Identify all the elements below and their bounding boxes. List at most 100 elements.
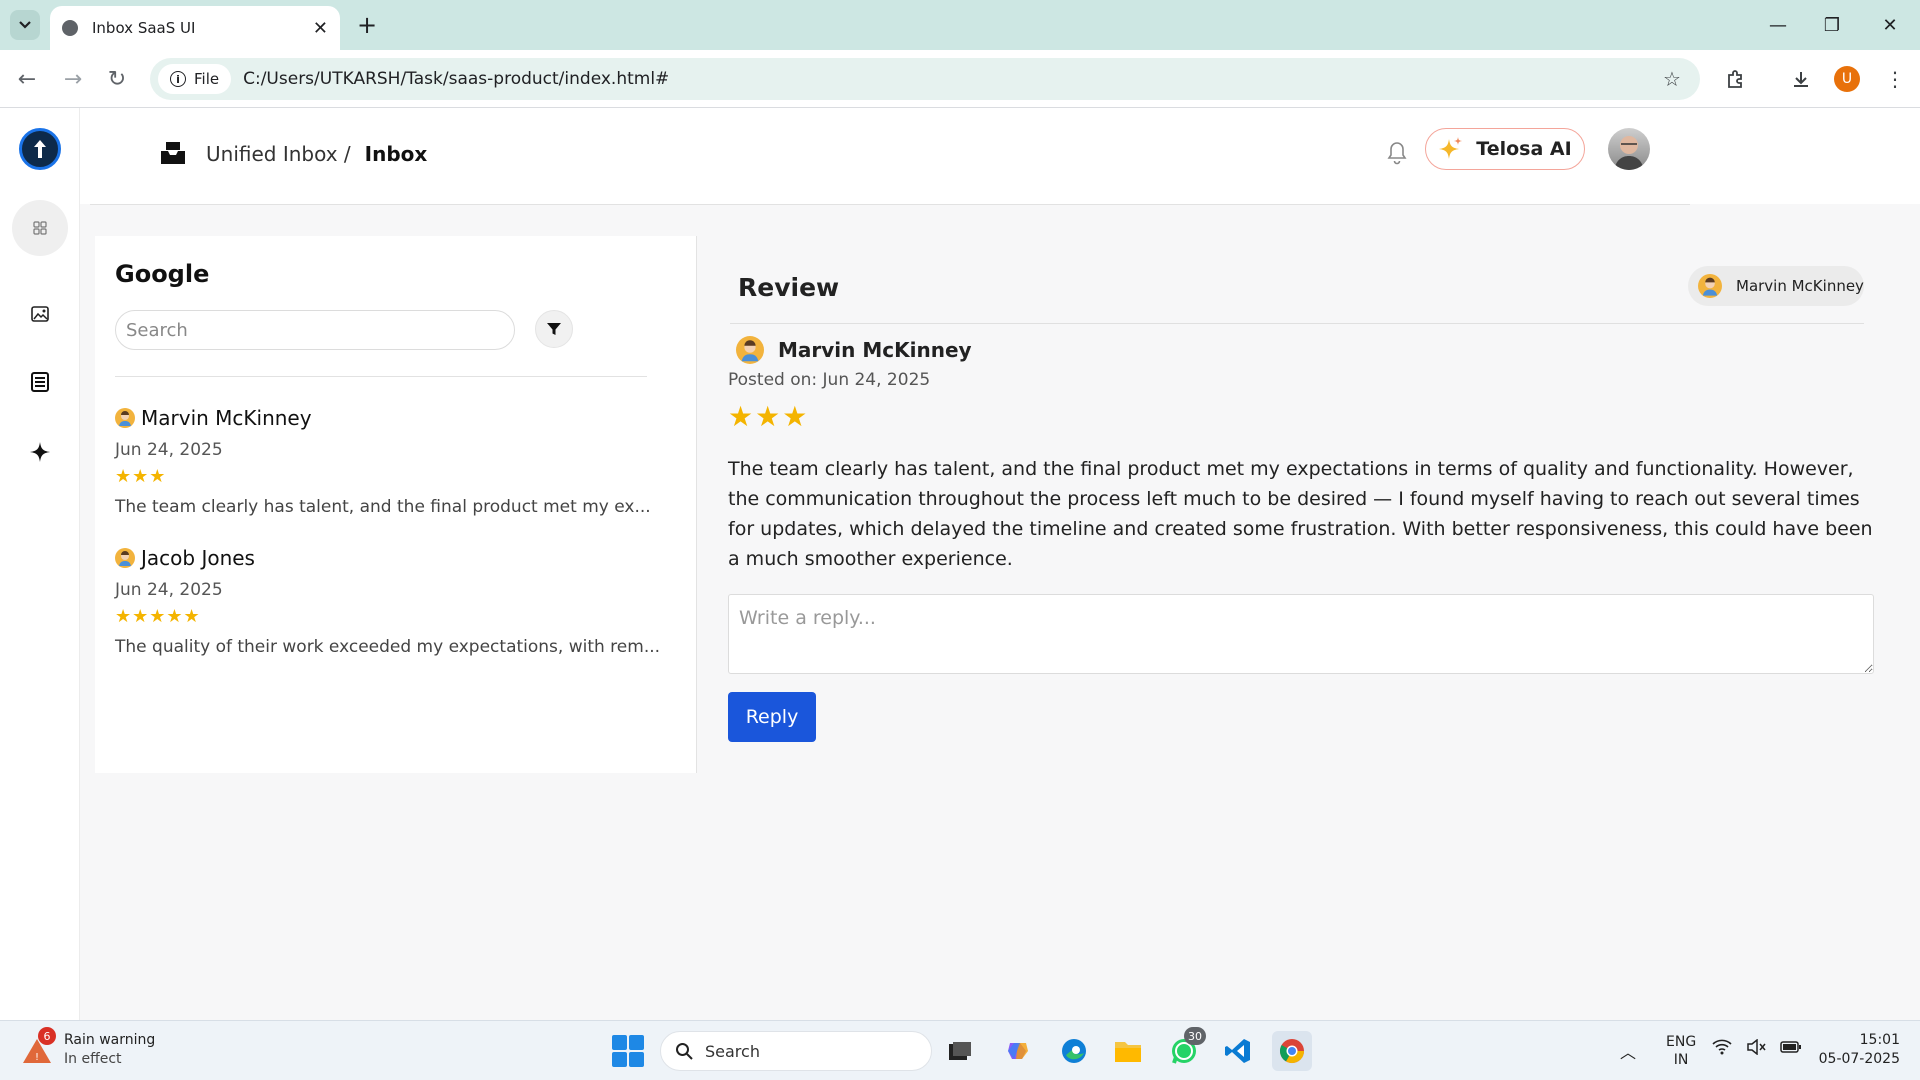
review-body: The team clearly has talent, and the fin… <box>728 458 1873 570</box>
review-list-panel: Google Search Marvin McKinney Jun 24, 20… <box>95 236 697 773</box>
file-explorer-icon[interactable] <box>1108 1031 1148 1071</box>
globe-icon <box>62 20 78 36</box>
reviewer-name: Marvin McKinney <box>778 338 972 362</box>
tab-search-button[interactable] <box>10 10 40 40</box>
grid-icon <box>33 221 47 235</box>
weather-title: Rain warning <box>64 1032 156 1048</box>
close-window-icon[interactable]: ✕ <box>1870 8 1910 42</box>
minimize-icon[interactable]: — <box>1758 8 1798 42</box>
close-tab-icon[interactable]: ✕ <box>313 18 328 39</box>
address-bar[interactable]: i File C:/Users/UTKARSH/Task/saas-produc… <box>150 58 1700 100</box>
bookmark-star-icon[interactable]: ☆ <box>1657 64 1687 94</box>
filter-button[interactable] <box>535 310 573 348</box>
review-excerpt: The team clearly has talent, and the fin… <box>115 497 651 517</box>
sidebar-item-ai[interactable] <box>12 424 68 480</box>
list-item[interactable]: Jacob Jones Jun 24, 2025 ★★★★★ The quali… <box>115 544 675 657</box>
search-input[interactable]: Search <box>115 310 515 350</box>
whatsapp-badge: 30 <box>1184 1027 1206 1045</box>
info-icon: i <box>170 71 186 87</box>
reviewer-name: Marvin McKinney <box>141 406 312 430</box>
top-header: Unified Inbox / Inbox Telosa AI <box>80 108 1920 204</box>
document-icon <box>31 372 49 392</box>
reply-button[interactable]: Reply <box>728 692 816 742</box>
sidebar-item-media[interactable] <box>12 286 68 342</box>
browser-toolbar: ← → ↻ i File C:/Users/UTKARSH/Task/saas-… <box>0 50 1920 108</box>
inbox-icon <box>161 142 185 164</box>
sidebar-item-reviews[interactable] <box>12 354 68 410</box>
app-logo[interactable] <box>19 128 61 170</box>
clock-date: 05-07-2025 <box>1818 1051 1900 1067</box>
review-excerpt: The quality of their work exceeded my ex… <box>115 637 661 657</box>
windows-start-icon[interactable] <box>612 1035 644 1067</box>
task-view-icon[interactable] <box>940 1031 980 1071</box>
ai-sparkle-icon <box>1439 137 1463 159</box>
avatar <box>736 336 764 364</box>
language-indicator[interactable]: ENG IN <box>1666 1033 1696 1069</box>
chevron-down-icon <box>19 21 31 29</box>
reviewer-chip[interactable]: Marvin McKinney <box>1688 266 1864 306</box>
image-icon <box>31 306 49 322</box>
taskbar-search-label: Search <box>705 1041 760 1061</box>
notification-bell-icon[interactable] <box>1380 136 1414 170</box>
taskbar-search[interactable]: Search <box>660 1031 932 1071</box>
posted-date: Posted on: Jun 24, 2025 <box>728 370 931 390</box>
forward-icon[interactable]: → <box>58 64 88 94</box>
sidebar <box>0 108 80 1020</box>
avatar <box>1698 274 1722 298</box>
lang-code: ENG <box>1666 1034 1697 1050</box>
avatar <box>115 548 135 568</box>
sparkle-icon <box>30 442 50 462</box>
rating-stars: ★★★ <box>115 466 167 487</box>
breadcrumb-parent[interactable]: Unified Inbox / <box>206 142 351 166</box>
whatsapp-icon[interactable]: 30 <box>1164 1027 1206 1071</box>
review-title: Review <box>738 273 840 302</box>
weather-subtitle: In effect <box>64 1051 122 1067</box>
copilot-icon[interactable] <box>998 1031 1038 1071</box>
show-hidden-icons-chevron-icon[interactable]: ︿ <box>1620 1039 1636 1063</box>
reply-input[interactable] <box>728 594 1874 674</box>
user-avatar[interactable] <box>1608 128 1650 170</box>
arrow-up-icon <box>34 140 46 158</box>
clock-time: 15:01 <box>1859 1032 1900 1048</box>
vscode-icon[interactable] <box>1218 1031 1258 1071</box>
wifi-icon[interactable] <box>1712 1039 1732 1059</box>
browser-tab-strip: Inbox SaaS UI ✕ + — ❐ ✕ <box>0 0 1920 50</box>
search-icon <box>676 1043 693 1060</box>
telosa-ai-button[interactable]: Telosa AI <box>1425 128 1585 170</box>
list-divider <box>115 376 647 377</box>
url-text: C:/Users/UTKARSH/Task/saas-product/index… <box>243 69 670 89</box>
restore-icon[interactable]: ❐ <box>1812 8 1852 42</box>
sidebar-item-dashboard[interactable] <box>12 200 68 256</box>
list-item[interactable]: Marvin McKinney Jun 24, 2025 ★★★ The tea… <box>115 404 675 517</box>
app-root: Unified Inbox / Inbox Telosa AI Google S… <box>0 108 1920 1020</box>
extensions-icon[interactable] <box>1720 64 1750 94</box>
chrome-icon[interactable] <box>1272 1031 1312 1071</box>
rating-stars: ★★★ <box>728 400 810 433</box>
review-date: Jun 24, 2025 <box>115 580 223 600</box>
rating-stars: ★★★★★ <box>115 606 201 627</box>
os-taskbar: ! 6 Rain warning In effect Search 30 ︿ E… <box>0 1020 1920 1080</box>
reviewer-name: Jacob Jones <box>141 546 255 570</box>
reviewer-header: Marvin McKinney <box>736 328 972 372</box>
profile-avatar[interactable]: U <box>1834 66 1860 92</box>
new-tab-button[interactable]: + <box>352 10 382 40</box>
edge-browser-icon[interactable] <box>1054 1031 1094 1071</box>
reload-icon[interactable]: ↻ <box>102 64 132 94</box>
weather-badge: 6 <box>38 1027 56 1045</box>
weather-widget[interactable]: ! 6 Rain warning In effect <box>20 1027 156 1069</box>
site-info-chip[interactable]: i File <box>158 64 232 94</box>
telosa-ai-label: Telosa AI <box>1476 138 1572 160</box>
download-icon[interactable] <box>1786 64 1816 94</box>
weather-warning-icon: ! 6 <box>20 1027 56 1067</box>
more-menu-icon[interactable]: ⋮ <box>1880 64 1910 94</box>
back-icon[interactable]: ← <box>12 64 42 94</box>
tab-title: Inbox SaaS UI <box>92 19 196 37</box>
breadcrumb: Unified Inbox / Inbox <box>158 132 427 176</box>
reviewer-chip-name: Marvin McKinney <box>1736 277 1864 295</box>
clock[interactable]: 15:01 05-07-2025 <box>1810 1031 1900 1069</box>
battery-icon[interactable] <box>1780 1039 1802 1059</box>
svg-text:!: ! <box>35 1052 39 1063</box>
review-divider <box>730 323 1864 324</box>
speaker-muted-icon[interactable] <box>1746 1038 1766 1059</box>
browser-tab[interactable]: Inbox SaaS UI ✕ <box>50 6 340 50</box>
